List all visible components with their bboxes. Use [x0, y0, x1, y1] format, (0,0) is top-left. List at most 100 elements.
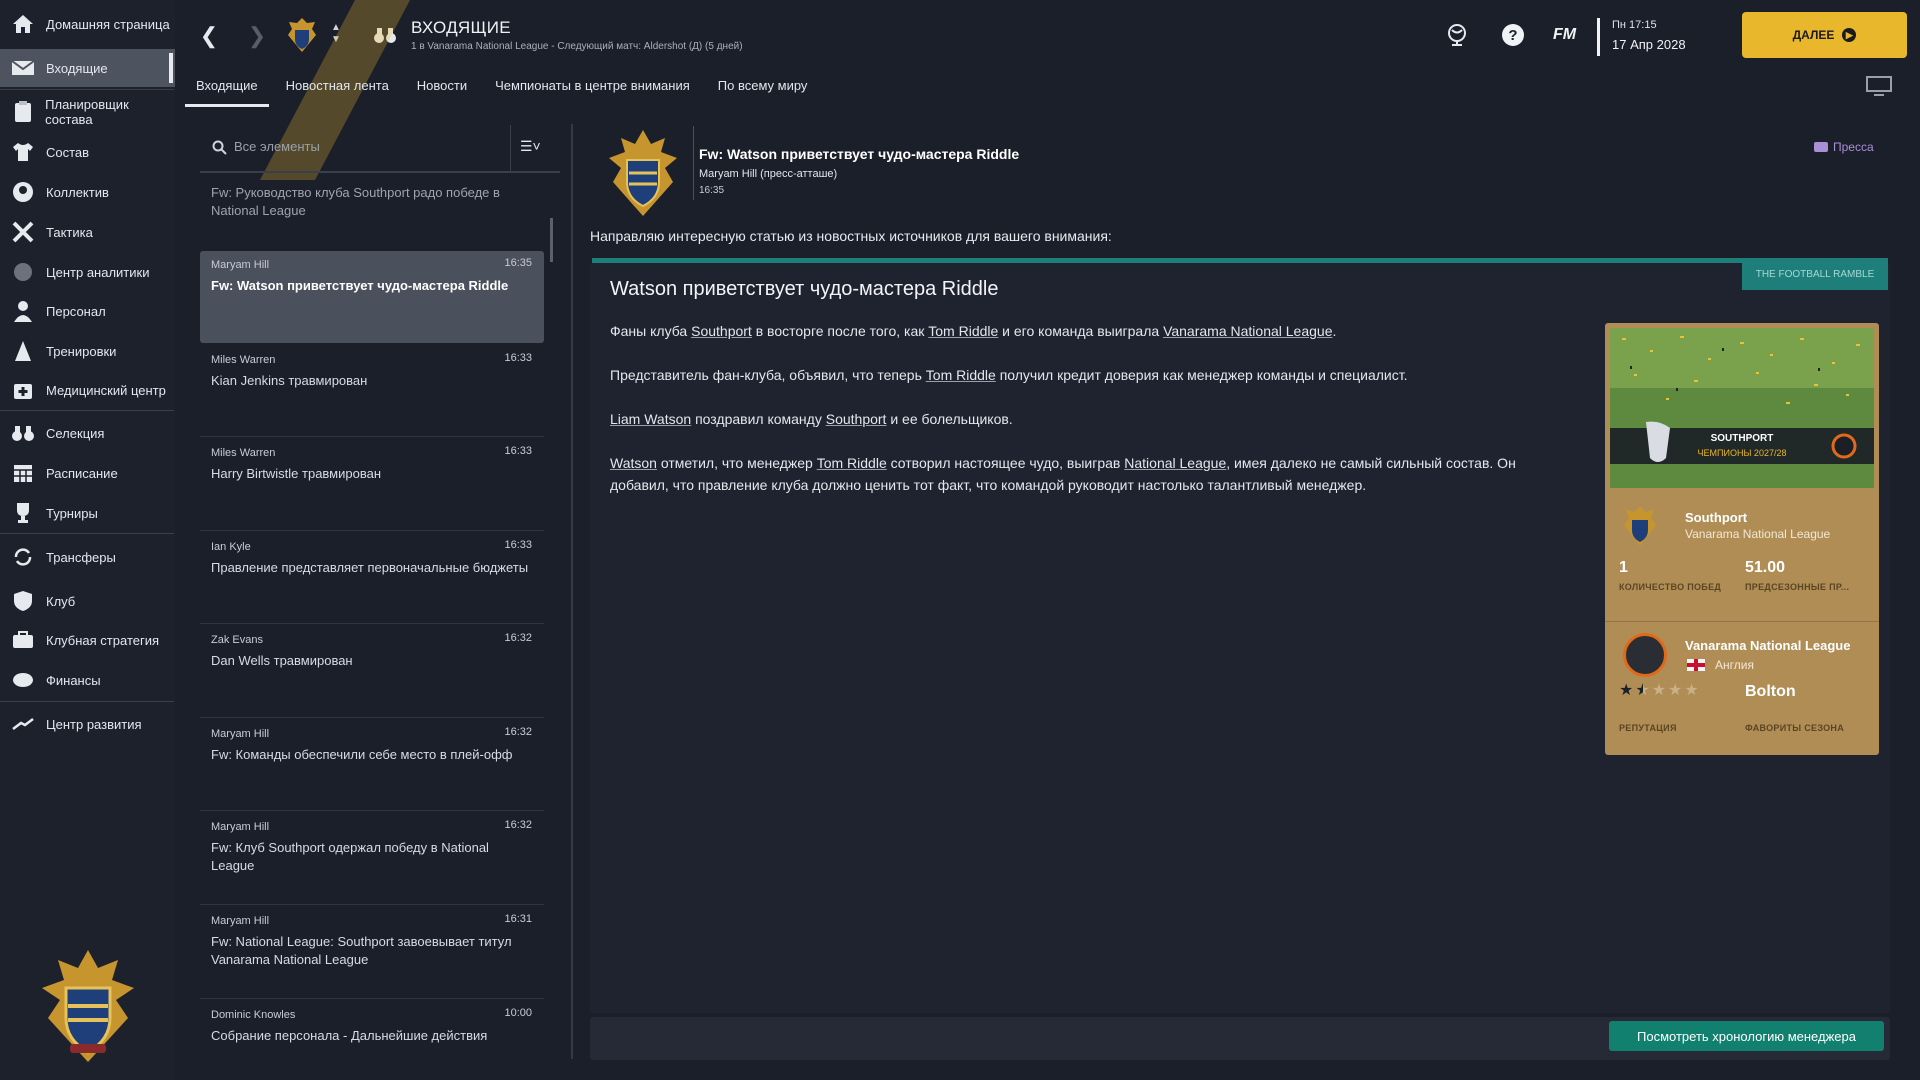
league-link[interactable]: Vanarama National League: [1163, 323, 1332, 339]
globe-icon[interactable]: [1447, 24, 1467, 51]
message-subject: Harry Birtwistle травмирован: [211, 466, 382, 481]
article-paragraph: Liam Watson поздравил команду Southport …: [610, 408, 1570, 430]
sidebar-item-strategy[interactable]: Клубная стратегия: [0, 621, 175, 659]
message-time: 16:32: [504, 819, 532, 831]
inbox-search[interactable]: Все элементы ☰˅: [200, 125, 560, 173]
training-icon: [11, 339, 35, 363]
page-subtitle: 1 в Vanarama National League - Следующий…: [411, 41, 743, 52]
tab-news-feed[interactable]: Новостная лента: [275, 74, 400, 104]
shirt-icon: [11, 140, 35, 164]
manager-link[interactable]: Tom Riddle: [817, 455, 887, 471]
sidebar-item-team[interactable]: Коллектив: [0, 173, 175, 211]
league-link[interactable]: National League: [1124, 455, 1226, 471]
club-info-card: SOUTHPORT ЧЕМПИОНЫ 2027/28 Southport Van…: [1605, 323, 1879, 755]
list-item[interactable]: Maryam Hill 16:32 Fw: Команды обеспечили…: [200, 720, 544, 810]
card-club-name[interactable]: Southport: [1685, 510, 1747, 525]
sidebar-item-label: Коллектив: [46, 184, 109, 200]
list-separator: [200, 998, 544, 999]
message-sender: Miles Warren: [211, 447, 276, 459]
list-item[interactable]: Fw: Руководство клуба Southport радо поб…: [200, 176, 544, 246]
club-link[interactable]: Southport: [691, 323, 752, 339]
wins-label: КОЛИЧЕСТВО ПОБЕД: [1619, 582, 1722, 592]
message-sender: Miles Warren: [211, 354, 276, 366]
screen-icon[interactable]: [1866, 76, 1892, 101]
continue-button[interactable]: ДАЛЕЕ ▶: [1742, 12, 1907, 58]
tab-competitions-spotlight[interactable]: Чемпионаты в центре внимания: [484, 74, 701, 104]
fm-logo[interactable]: FM: [1553, 26, 1576, 44]
finance-icon: [11, 668, 35, 692]
sidebar-item-home[interactable]: Домашняя страница: [0, 5, 175, 43]
star-fill: ★: [1635, 683, 1643, 699]
article-text: и его команда выиграла: [998, 323, 1164, 339]
list-item[interactable]: Zak Evans 16:32 Dan Wells травмирован: [200, 626, 544, 716]
sidebar-item-competitions[interactable]: Турниры: [0, 494, 175, 532]
development-icon: [11, 712, 35, 736]
sidebar-item-development[interactable]: Центр развития: [0, 705, 175, 743]
article-text: Фаны клуба: [610, 323, 692, 339]
sidebar-item-label: Планировщик состава: [45, 97, 129, 127]
sidebar-item-training[interactable]: Тренировки: [0, 332, 175, 370]
list-item[interactable]: Miles Warren 16:33 Harry Birtwistle трав…: [200, 439, 544, 529]
staff-icon: [11, 299, 35, 323]
sidebar-item-staff[interactable]: Персонал: [0, 292, 175, 330]
page-title: ВХОДЯЩИЕ: [411, 18, 511, 37]
list-separator: [200, 623, 544, 624]
sidebar-item-planner[interactable]: Планировщик состава: [0, 93, 175, 131]
mail-title: Fw: Watson приветствует чудо-мастера Rid…: [699, 146, 1020, 162]
manager-link[interactable]: Tom Riddle: [926, 367, 996, 383]
help-icon[interactable]: ?: [1502, 24, 1524, 46]
sidebar-item-squad[interactable]: Состав: [0, 133, 175, 171]
reputation-label: РЕПУТАЦИЯ: [1619, 723, 1677, 733]
tab-news[interactable]: Новости: [406, 74, 478, 104]
filter-menu-icon[interactable]: ☰˅: [520, 138, 541, 155]
search-icon: [212, 140, 227, 160]
card-league-name[interactable]: Vanarama National League: [1685, 638, 1850, 653]
club-link[interactable]: Southport: [826, 411, 887, 427]
sidebar-item-inbox[interactable]: Входящие: [0, 49, 175, 87]
list-item[interactable]: Maryam Hill 16:32 Fw: Клуб Southport оде…: [200, 813, 544, 903]
sidebar-item-label: Селекция: [46, 425, 105, 441]
club-crest[interactable]: [38, 948, 138, 1064]
article-top-bar: [592, 258, 1888, 263]
sidebar-item-scouting[interactable]: Селекция: [0, 414, 175, 452]
person-link[interactable]: Liam Watson: [610, 411, 691, 427]
back-arrow-icon[interactable]: ❮: [197, 22, 221, 50]
list-separator: [200, 810, 544, 811]
message-sender: Maryam Hill: [211, 259, 270, 271]
sidebar-item-schedule[interactable]: Расписание: [0, 454, 175, 492]
tab-around-the-world[interactable]: По всему миру: [707, 74, 819, 104]
list-item[interactable]: Dominic Knowles 10:00 Собрание персонала…: [200, 1001, 544, 1061]
search-placeholder[interactable]: Все элементы: [234, 139, 320, 154]
list-item[interactable]: Miles Warren 16:33 Kian Jenkins травмиро…: [200, 346, 544, 436]
sidebar-item-medical[interactable]: Медицинский центр: [0, 371, 175, 409]
sidebar-item-label: Расписание: [46, 465, 118, 481]
team-icon: [11, 180, 35, 204]
sidebar-item-club[interactable]: Клуб: [0, 582, 175, 620]
sidebar-item-analytics[interactable]: Центр аналитики: [0, 253, 175, 291]
list-item[interactable]: Maryam Hill 16:35 Fw: Watson приветствуе…: [200, 251, 544, 343]
sidebar-item-transfers[interactable]: Трансферы: [0, 538, 175, 576]
favourite-club[interactable]: Bolton: [1745, 683, 1796, 701]
sidebar-item-label: Тактика: [46, 224, 93, 240]
star-icon: ★ ★: [1619, 682, 1634, 699]
list-item[interactable]: Maryam Hill 16:31 Fw: National League: S…: [200, 907, 544, 997]
star-icon: ★ ★: [1635, 682, 1650, 699]
binoculars-icon: [11, 421, 35, 445]
list-item[interactable]: Ian Kyle 16:33 Правление представляет пе…: [200, 533, 544, 623]
sidebar-item-label: Центр аналитики: [46, 264, 150, 280]
sidebar-item-finances[interactable]: Финансы: [0, 661, 175, 699]
manager-link[interactable]: Tom Riddle: [928, 323, 998, 339]
article-source: THE FOOTBALL RAMBLE: [1742, 258, 1888, 290]
star-fill: ★: [1619, 683, 1634, 699]
press-icon: [1814, 142, 1828, 152]
sidebar-item-tactics[interactable]: Тактика: [0, 213, 175, 251]
manager-timeline-button[interactable]: Посмотреть хронологию менеджера: [1609, 1021, 1884, 1051]
tab-inbox[interactable]: Входящие: [185, 74, 269, 107]
message-sender: Maryam Hill: [211, 728, 270, 740]
favourite-label: ФАВОРИТЫ СЕЗОНА: [1745, 723, 1845, 733]
mail-sender[interactable]: Maryam Hill (пресс-атташе): [699, 168, 837, 180]
person-link[interactable]: Watson: [610, 455, 657, 471]
article-text: и ее болельщиков.: [886, 411, 1013, 427]
scrollbar[interactable]: [550, 218, 553, 262]
card-club-league[interactable]: Vanarama National League: [1685, 527, 1830, 541]
